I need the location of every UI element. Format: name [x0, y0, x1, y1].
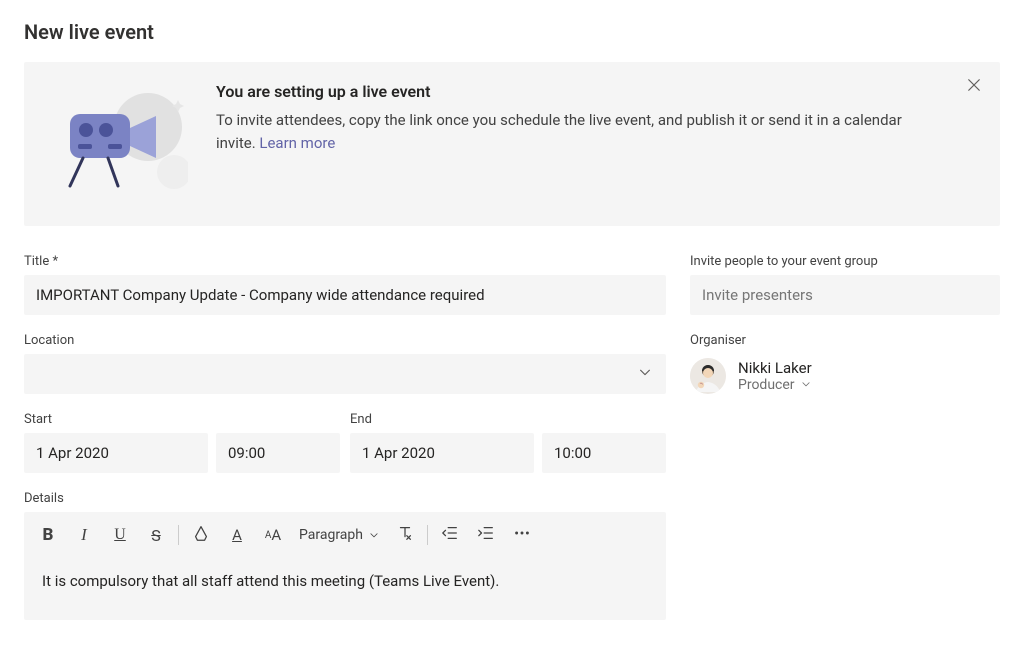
start-date-input[interactable] [24, 433, 208, 473]
organiser-heading: Organiser [690, 333, 1000, 348]
role-label: Producer [738, 377, 795, 393]
chevron-down-icon [801, 377, 811, 393]
start-time-input[interactable] [216, 433, 340, 473]
paragraph-style-select[interactable]: Paragraph [293, 518, 385, 552]
end-date-input[interactable] [350, 433, 534, 473]
toolbar-separator [178, 525, 179, 545]
invite-presenters-input[interactable] [690, 275, 1000, 315]
more-icon [513, 524, 531, 546]
banner-close-button[interactable] [962, 74, 986, 98]
toolbar-separator [427, 525, 428, 545]
highlight-icon [192, 524, 210, 546]
banner-heading: You are setting up a live event [216, 82, 944, 101]
title-label: Title * [24, 254, 666, 269]
clear-format-icon [396, 524, 414, 546]
bold-button[interactable]: B [32, 518, 64, 552]
more-options-button[interactable] [506, 518, 538, 552]
organiser-avatar [690, 358, 726, 394]
start-label: Start [24, 412, 340, 427]
info-banner: You are setting up a live event To invit… [24, 62, 1000, 226]
learn-more-link[interactable]: Learn more [259, 134, 335, 152]
organiser-name: Nikki Laker [738, 359, 812, 377]
details-editor[interactable]: It is compulsory that all staff attend t… [24, 558, 666, 620]
strikethrough-button[interactable]: S [140, 518, 172, 552]
location-label: Location [24, 333, 666, 348]
banner-text: You are setting up a live event To invit… [216, 82, 944, 154]
close-icon [967, 78, 981, 95]
increase-indent-button[interactable] [470, 518, 502, 552]
title-input[interactable] [24, 275, 666, 315]
clear-formatting-button[interactable] [389, 518, 421, 552]
invite-label: Invite people to your event group [690, 254, 1000, 269]
font-color-icon: A [232, 526, 242, 544]
chevron-down-icon [369, 530, 379, 540]
camera-illustration [48, 82, 188, 202]
indent-icon [477, 524, 495, 546]
outdent-icon [441, 524, 459, 546]
editor-toolbar: B I U S A AA Paragraph [24, 512, 666, 558]
page-title: New live event [24, 20, 1000, 44]
paragraph-label: Paragraph [299, 527, 363, 543]
details-label: Details [24, 491, 666, 506]
location-select[interactable] [24, 354, 666, 394]
organiser-role-select[interactable]: Producer [738, 377, 811, 393]
font-size-button[interactable]: AA [257, 518, 289, 552]
italic-button[interactable]: I [68, 518, 100, 552]
organiser-row: Nikki Laker Producer [690, 358, 1000, 394]
highlight-button[interactable] [185, 518, 217, 552]
underline-button[interactable]: U [104, 518, 136, 552]
end-label: End [350, 412, 666, 427]
end-time-input[interactable] [542, 433, 666, 473]
decrease-indent-button[interactable] [434, 518, 466, 552]
font-color-button[interactable]: A [221, 518, 253, 552]
